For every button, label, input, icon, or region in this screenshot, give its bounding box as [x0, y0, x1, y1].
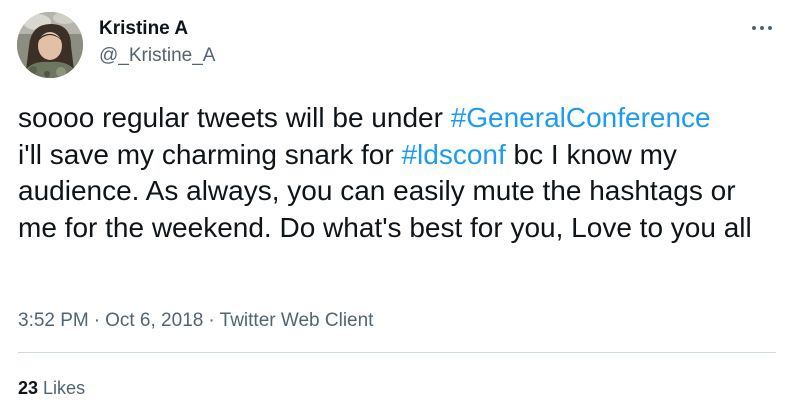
tweet-time[interactable]: 3:52 PM: [18, 310, 89, 331]
divider: [18, 352, 776, 353]
tweet-card: Kristine A @_Kristine_A soooo regular tw…: [0, 0, 794, 418]
avatar[interactable]: [17, 12, 83, 78]
meta-separator: ·: [93, 310, 101, 331]
avatar-image: [17, 12, 83, 78]
tweet-date[interactable]: Oct 6, 2018: [105, 310, 203, 331]
more-horizontal-icon: [752, 26, 772, 30]
tweet-text-segment: soooo regular tweets will be under: [18, 102, 451, 133]
more-options-button[interactable]: [745, 14, 779, 42]
likes-link[interactable]: 23 Likes: [18, 378, 85, 399]
author-handle[interactable]: @_Kristine_A: [99, 45, 215, 67]
author-display-name[interactable]: Kristine A: [99, 18, 188, 40]
likes-count: 23: [18, 378, 39, 398]
meta-separator: ·: [208, 310, 215, 331]
tweet-client[interactable]: Twitter Web Client: [220, 310, 374, 331]
tweet-text-segment: i'll save my charming snark for: [18, 138, 402, 170]
tweet-meta: 3:52 PM · Oct 6, 2018 · Twitter Web Client: [18, 310, 373, 332]
likes-label: Likes: [43, 378, 86, 398]
hashtag-link-generalconference[interactable]: #GeneralConference: [451, 102, 711, 133]
tweet-text: soooo regular tweets will be under #Gene…: [18, 100, 780, 246]
hashtag-link-ldsconf[interactable]: #ldsconf: [401, 139, 505, 170]
